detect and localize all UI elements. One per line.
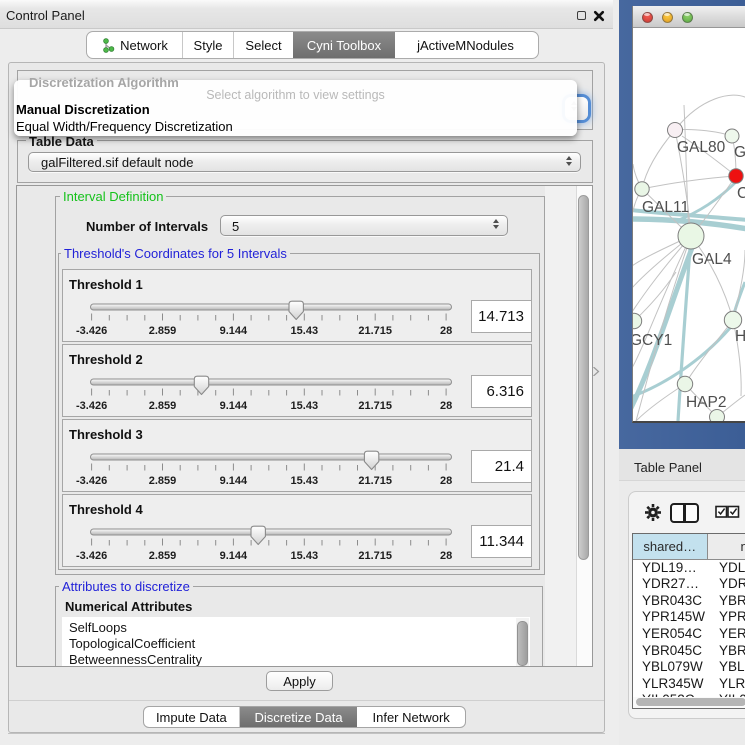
svg-text:GAL80: GAL80 [677,139,726,156]
svg-text:GA: GA [734,144,745,161]
svg-text:HAP2: HAP2 [686,394,727,411]
svg-text:GAL11: GAL11 [642,199,689,216]
svg-text:GCY1: GCY1 [633,332,672,349]
svg-text:HA: HA [735,328,745,345]
svg-text:GAL4: GAL4 [692,251,732,268]
svg-text:CY: CY [737,185,745,202]
